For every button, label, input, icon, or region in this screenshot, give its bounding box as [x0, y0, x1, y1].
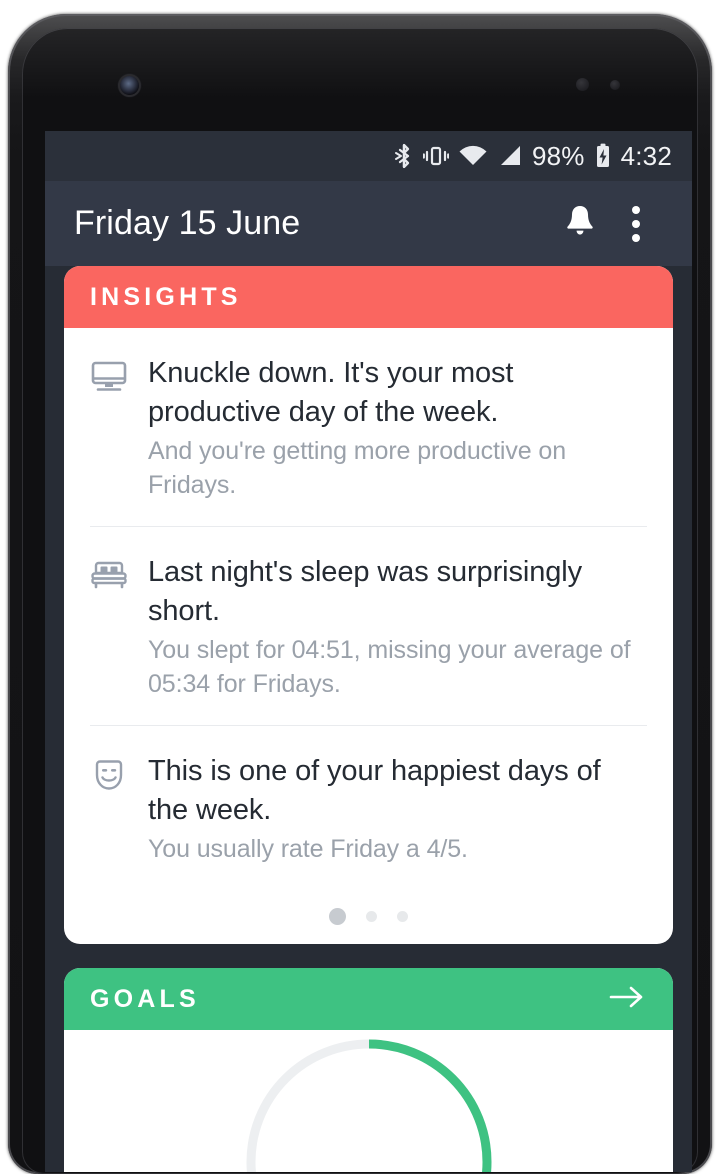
wifi-icon — [458, 142, 488, 170]
dashboard-scroll-area[interactable]: INSIGHTS Knuckle down. It's your most pr… — [45, 266, 692, 1172]
front-camera-icon — [120, 76, 139, 95]
insights-pager[interactable] — [64, 888, 673, 944]
more-vertical-icon — [632, 205, 640, 242]
light-sensor-icon — [610, 80, 620, 90]
pager-dot[interactable] — [366, 910, 377, 922]
arrow-right-icon[interactable] — [607, 983, 647, 1016]
pager-dot[interactable] — [397, 910, 408, 922]
insight-text-block: This is one of your happiest days of the… — [148, 752, 647, 866]
vibrate-icon — [422, 142, 449, 170]
insights-card-header: INSIGHTS — [64, 266, 673, 328]
battery-percent-label: 98% — [531, 140, 585, 171]
status-bar: 98% 4:32 — [45, 131, 692, 181]
insights-list: Knuckle down. It's your most productive … — [64, 328, 673, 888]
battery-charging-icon — [594, 142, 612, 170]
goal-current-value: 1,312 — [318, 1165, 420, 1172]
bed-icon — [90, 553, 128, 701]
phone-screen: 98% 4:32 Friday 15 June INSIGHTS Knuckle… — [45, 131, 692, 1172]
notifications-button[interactable] — [552, 196, 608, 252]
insight-text-block: Knuckle down. It's your most productive … — [148, 354, 647, 502]
list-item[interactable]: This is one of your happiest days of the… — [90, 726, 647, 888]
bell-icon — [563, 203, 597, 244]
app-bar: Friday 15 June — [45, 181, 692, 266]
insight-text-block: Last night's sleep was surprisingly shor… — [148, 553, 647, 701]
insights-card-title: INSIGHTS — [90, 282, 242, 311]
insight-subtitle: You slept for 04:51, missing your averag… — [148, 636, 631, 698]
cellular-signal-icon — [497, 142, 523, 170]
phone-device-frame: 98% 4:32 Friday 15 June INSIGHTS Knuckle… — [8, 14, 712, 1174]
insight-subtitle: And you're getting more productive on Fr… — [148, 437, 566, 499]
list-item[interactable]: Last night's sleep was surprisingly shor… — [90, 527, 647, 726]
insights-card: INSIGHTS Knuckle down. It's your most pr… — [64, 266, 673, 944]
goals-progress-section: 1,312 2,366 — [64, 1030, 673, 1172]
goal-progress-ring: 1,312 2,366 — [243, 1036, 495, 1172]
insight-title: This is one of your happiest days of the… — [148, 755, 601, 826]
proximity-sensor-icon — [576, 78, 589, 91]
desktop-monitor-icon — [90, 354, 128, 502]
overflow-menu-button[interactable] — [608, 196, 664, 252]
insight-subtitle: You usually rate Friday a 4/5. — [148, 835, 468, 863]
goal-ring-labels: 1,312 2,366 — [243, 1036, 495, 1172]
goals-card-header[interactable]: GOALS — [64, 968, 673, 1030]
goals-card: GOALS 1,312 — [64, 968, 673, 1172]
bluetooth-icon — [394, 142, 414, 170]
pager-dot-active[interactable] — [329, 907, 346, 925]
happy-face-icon — [90, 752, 128, 866]
clock-label: 4:32 — [620, 140, 672, 171]
insight-title: Last night's sleep was surprisingly shor… — [148, 556, 583, 627]
list-item[interactable]: Knuckle down. It's your most productive … — [90, 328, 647, 527]
page-title: Friday 15 June — [74, 204, 301, 242]
insight-title: Knuckle down. It's your most productive … — [148, 357, 514, 428]
goals-card-title: GOALS — [90, 984, 200, 1013]
